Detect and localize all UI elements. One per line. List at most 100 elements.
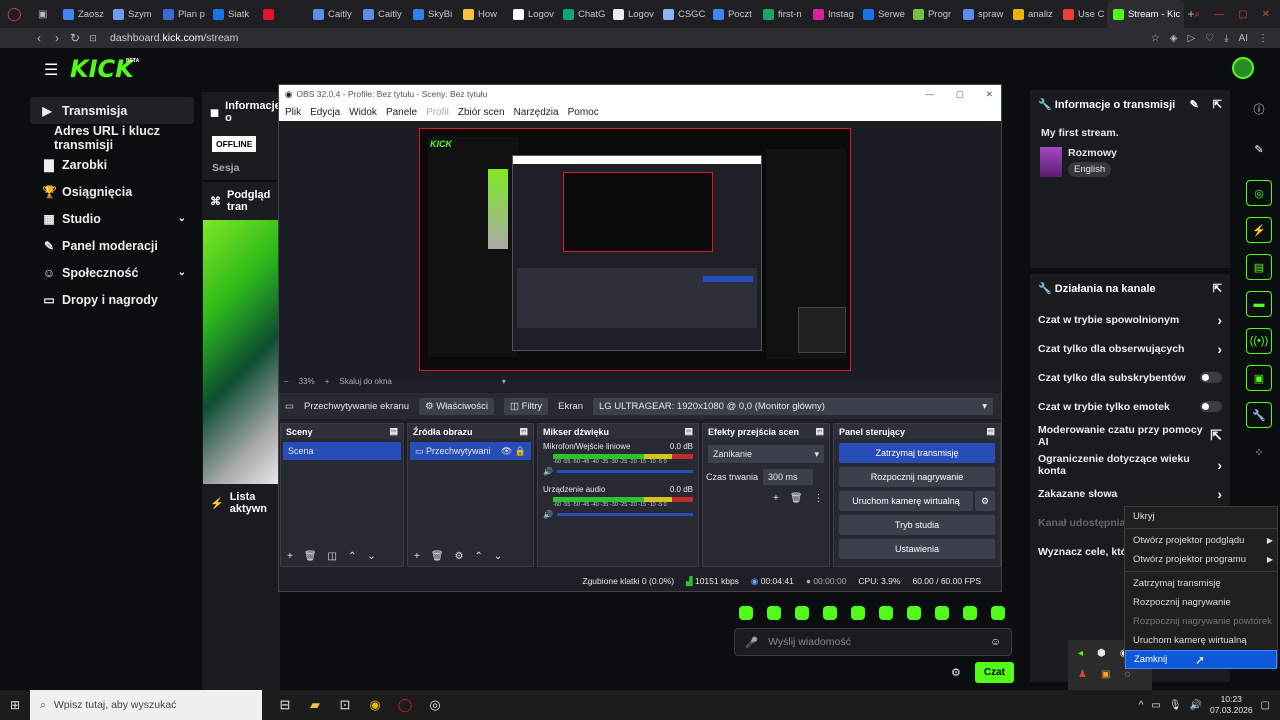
chevron-right-icon[interactable]: ›: [1217, 457, 1222, 473]
context-menu-item[interactable]: Uruchom kamerę wirtualną: [1125, 631, 1277, 650]
browser-tab[interactable]: Poczt: [707, 0, 757, 28]
tray-icon-1[interactable]: ◂: [1078, 648, 1083, 659]
remove-scene-button[interactable]: 🗑: [304, 551, 317, 562]
store-icon[interactable]: ⊡: [330, 697, 360, 713]
volume-slider[interactable]: [556, 470, 693, 473]
emote-icon[interactable]: [823, 606, 837, 620]
zoom-in-button[interactable]: +: [325, 377, 330, 386]
chrome-icon[interactable]: ◉: [360, 697, 390, 713]
browser-tab[interactable]: Siatk: [207, 0, 257, 28]
popout-icon[interactable]: ⇱: [1213, 98, 1222, 111]
close-icon[interactable]: ✕: [1262, 9, 1270, 20]
down-icon[interactable]: ⌄: [367, 551, 375, 562]
dock-menu-icon[interactable]: ▤: [389, 426, 398, 437]
speaker-icon[interactable]: 🔊: [543, 510, 553, 519]
ai-button[interactable]: AI: [1239, 33, 1248, 44]
sidebar-item-5[interactable]: ✎ Panel moderacji: [0, 232, 202, 259]
emote-icon[interactable]: [795, 606, 809, 620]
emote-icon[interactable]: [963, 606, 977, 620]
site-info-icon[interactable]: ⊡: [84, 33, 102, 44]
back-icon[interactable]: ‹: [30, 31, 48, 45]
emote-icon[interactable]: [935, 606, 949, 620]
network-icon[interactable]: ▭: [1151, 700, 1160, 711]
notification-icon[interactable]: ▢: [1261, 700, 1270, 711]
chevron-down-icon[interactable]: ⌄: [178, 213, 186, 224]
up-icon[interactable]: ⌃: [475, 551, 483, 562]
remove-source-button[interactable]: 🗑: [431, 551, 444, 562]
channel-action[interactable]: Czat tylko dla subskrybentów: [1030, 363, 1230, 392]
chevron-right-icon[interactable]: ›: [1217, 312, 1222, 328]
clock[interactable]: 10:23 07.03.2026: [1210, 694, 1253, 716]
gear-icon[interactable]: ⚙: [975, 491, 995, 511]
obs-menu-item[interactable]: Panele: [386, 107, 417, 118]
dock-menu-icon[interactable]: ▤: [684, 426, 693, 437]
emote-icon[interactable]: [991, 606, 1005, 620]
browser-tab[interactable]: Szym: [107, 0, 157, 28]
mic-icon[interactable]: 🎤: [745, 636, 758, 649]
sidebar-item-4[interactable]: ▦ Studio ⌄: [0, 205, 202, 232]
source-item[interactable]: ▭ Przechwytywani 👁 🔒: [410, 442, 531, 460]
obs-menu-item[interactable]: Profil: [426, 107, 449, 118]
browser-tab[interactable]: Use C: [1057, 0, 1107, 28]
stream-preview[interactable]: [203, 220, 279, 490]
dock-menu-icon[interactable]: ▤: [986, 426, 995, 437]
opera-icon[interactable]: ◯: [390, 697, 420, 713]
url-field[interactable]: dashboard.kick.com/stream: [110, 32, 238, 44]
chevron-right-icon[interactable]: ›: [1217, 486, 1222, 502]
browser-tab[interactable]: Zaosz: [57, 0, 107, 28]
dock-menu-icon[interactable]: ▤: [519, 426, 528, 437]
emote-icon[interactable]: [907, 606, 921, 620]
virtual-camera-button[interactable]: Uruchom kamerę wirtualną: [839, 491, 973, 511]
sidebar-item-1[interactable]: Adres URL i klucz transmisji: [0, 124, 202, 152]
file-explorer-icon[interactable]: ▰: [300, 697, 330, 713]
more-icon[interactable]: ⋮: [1258, 33, 1268, 44]
monitor-select[interactable]: LG ULTRAGEAR: 1920x1080 @ 0,0 (Monitor g…: [592, 397, 993, 415]
browser-tab[interactable]: Instag: [807, 0, 857, 28]
tray-chevron-icon[interactable]: ^: [1139, 700, 1144, 711]
chat-icon[interactable]: ▬: [1246, 291, 1272, 317]
obs-menu-item[interactable]: Zbiór scen: [458, 107, 505, 118]
settings-button[interactable]: Ustawienia: [839, 539, 995, 559]
speaker-icon[interactable]: 🔊: [543, 467, 553, 476]
toggle-switch[interactable]: [1200, 372, 1222, 383]
maximize-icon[interactable]: ▢: [1238, 9, 1247, 20]
obs-menu-item[interactable]: Edycja: [310, 107, 340, 118]
volume-slider[interactable]: [556, 513, 693, 516]
obs-menu-item[interactable]: Narzędzia: [514, 107, 559, 118]
down-icon[interactable]: ⌄: [494, 551, 502, 562]
obs-menu-item[interactable]: Widok: [349, 107, 377, 118]
channel-action[interactable]: Czat w trybie tylko emotek: [1030, 392, 1230, 421]
browser-tab[interactable]: Progr: [907, 0, 957, 28]
channel-action[interactable]: Czat tylko dla obserwujących ›: [1030, 334, 1230, 363]
browser-tab[interactable]: first-n: [757, 0, 807, 28]
chat-send-button[interactable]: Czat: [974, 662, 1014, 683]
external-link-icon[interactable]: ⇱: [1210, 427, 1222, 444]
emote-icon[interactable]: [879, 606, 893, 620]
sidebar-item-3[interactable]: 🏆 Osiągnięcia: [0, 178, 202, 205]
channel-action[interactable]: Zakazane słowa ›: [1030, 479, 1230, 508]
chevron-down-icon[interactable]: ▾: [502, 377, 506, 386]
context-menu-item[interactable]: Otwórz projektor programu ▶: [1125, 550, 1277, 569]
camera-icon[interactable]: ◎: [1246, 180, 1272, 206]
tray-icon-5[interactable]: ▣: [1101, 669, 1110, 680]
gear-icon[interactable]: ⚙: [951, 666, 961, 679]
start-recording-button[interactable]: Rozpocznij nagrywanie: [839, 467, 995, 487]
gear-icon[interactable]: ⚙: [455, 551, 464, 562]
avatar[interactable]: [1232, 57, 1254, 79]
filters-button[interactable]: ◫ Filtry: [503, 397, 549, 415]
emote-icon[interactable]: [767, 606, 781, 620]
emote-icon[interactable]: [851, 606, 865, 620]
toggle-switch[interactable]: [1200, 401, 1222, 412]
browser-tab[interactable]: [257, 0, 307, 28]
new-tab-button[interactable]: +: [1188, 7, 1195, 21]
document-icon[interactable]: ▤: [1246, 254, 1272, 280]
hamburger-icon[interactable]: ☰: [44, 60, 58, 80]
forward-icon[interactable]: ›: [48, 31, 66, 45]
scale-dropdown[interactable]: Skaluj do okna: [339, 377, 391, 386]
volume-icon[interactable]: 🔊: [1190, 700, 1202, 711]
context-menu-item[interactable]: Otwórz projektor podglądu ▶: [1125, 531, 1277, 550]
channel-action[interactable]: Ograniczenie dotyczące wieku konta ›: [1030, 450, 1230, 479]
task-view-icon[interactable]: ⊟: [270, 697, 300, 713]
chevron-down-icon[interactable]: ⌄: [178, 267, 186, 278]
context-menu-item[interactable]: Ukryj: [1125, 507, 1277, 526]
